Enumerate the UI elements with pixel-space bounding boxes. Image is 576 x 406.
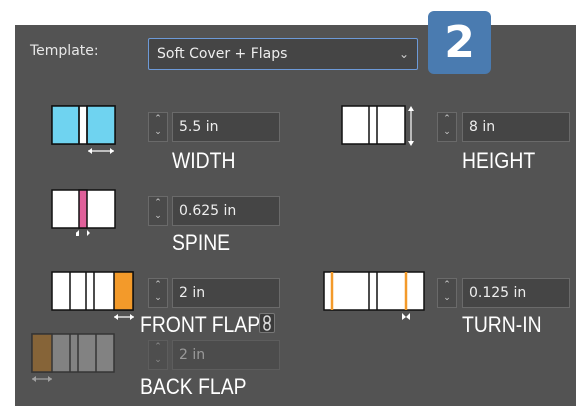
back-flap-input: 2 in <box>172 340 280 370</box>
turn-in-input[interactable]: 0.125 in <box>462 278 570 308</box>
turn-in-icon <box>322 270 428 322</box>
front-flap-input[interactable]: 2 in <box>172 278 280 308</box>
template-select[interactable]: Soft Cover + Flaps ⌄ <box>148 38 418 70</box>
width-caption: WIDTH <box>172 148 236 173</box>
link-chain-icon[interactable] <box>259 313 275 333</box>
spine-stepper[interactable]: ⌃ ⌄ <box>148 196 168 226</box>
template-label: Template: <box>30 43 99 59</box>
width-input[interactable]: 5.5 in <box>172 112 280 142</box>
back-flap-caption: BACK FLAP <box>140 374 247 399</box>
back-flap-icon <box>30 332 120 386</box>
height-stepper[interactable]: ⌃ ⌄ <box>437 112 457 142</box>
front-flap-stepper[interactable]: ⌃ ⌄ <box>148 278 168 308</box>
front-flap-caption: FRONT FLAP <box>140 312 261 337</box>
chevron-down-icon: ⌄ <box>398 47 409 61</box>
template-value: Soft Cover + Flaps <box>157 46 288 62</box>
turn-in-stepper[interactable]: ⌃ ⌄ <box>437 278 457 308</box>
height-input[interactable]: 8 in <box>462 112 570 142</box>
cover-height-icon <box>340 104 418 150</box>
turn-in-caption: TURN-IN <box>462 312 542 337</box>
step-badge: 2 <box>428 11 491 74</box>
front-flap-icon <box>50 270 136 322</box>
cover-width-icon <box>50 104 120 156</box>
back-flap-stepper: ⌃ ⌄ <box>148 340 168 370</box>
spine-icon <box>50 188 120 240</box>
height-caption: HEIGHT <box>462 148 536 173</box>
spine-caption: SPINE <box>172 230 231 255</box>
spine-input[interactable]: 0.625 in <box>172 196 280 226</box>
width-stepper[interactable]: ⌃ ⌄ <box>148 112 168 142</box>
